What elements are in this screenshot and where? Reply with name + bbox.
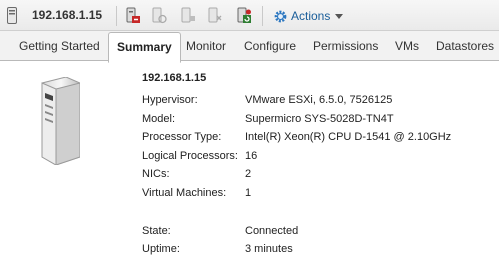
field-value: Connected [245, 225, 299, 237]
field-value: 2 [245, 168, 252, 180]
tab-getting-started[interactable]: Getting Started [19, 31, 100, 61]
actions-label: Actions [291, 9, 331, 23]
field-value: Intel(R) Xeon(R) CPU D-1541 @ 2.10GHz [245, 131, 452, 143]
chevron-down-icon [335, 13, 344, 19]
field-label: State: [142, 225, 171, 237]
field-label: Virtual Machines: [142, 187, 227, 199]
reboot-icon[interactable] [180, 7, 196, 24]
field-label: Processor Type: [142, 131, 222, 143]
host-icon [7, 7, 17, 24]
actions-menu-button[interactable]: Actions [273, 6, 344, 26]
settings-icon[interactable] [207, 7, 223, 24]
field-label: Model: [142, 113, 176, 125]
field-label: Uptime: [142, 243, 180, 255]
field-value: 1 [245, 187, 252, 199]
gear-icon [274, 10, 287, 22]
maintenance-icon[interactable] [125, 7, 141, 24]
tab-permissions[interactable]: Permissions [313, 31, 378, 61]
tab-datastores[interactable]: Datastores [436, 31, 494, 61]
server-icon [41, 77, 80, 165]
field-label: Hypervisor: [142, 94, 198, 106]
toolbar: 192.168.1.15 Actions [0, 0, 499, 31]
tab-summary[interactable]: Summary [108, 32, 181, 63]
tab-vms[interactable]: VMs [395, 31, 419, 61]
tab-configure[interactable]: Configure [244, 31, 296, 61]
field-value: 3 minutes [245, 243, 293, 255]
power-icon[interactable] [151, 7, 167, 24]
field-value: VMware ESXi, 6.5.0, 7526125 [245, 94, 393, 106]
toolbar-separator [116, 6, 117, 26]
toolbar-separator [262, 6, 263, 26]
host-title: 192.168.1.15 [32, 8, 103, 22]
summary-title: 192.168.1.15 [142, 72, 207, 84]
field-label: NICs: [142, 168, 170, 180]
field-label: Logical Processors: [142, 150, 238, 162]
field-value: Supermicro SYS-5028D-TN4T [245, 113, 394, 125]
refresh-icon[interactable] [236, 7, 252, 24]
tab-bar: Getting Started Summary Monitor Configur… [0, 31, 499, 63]
tab-monitor[interactable]: Monitor [186, 31, 226, 61]
field-value: 16 [245, 150, 258, 162]
